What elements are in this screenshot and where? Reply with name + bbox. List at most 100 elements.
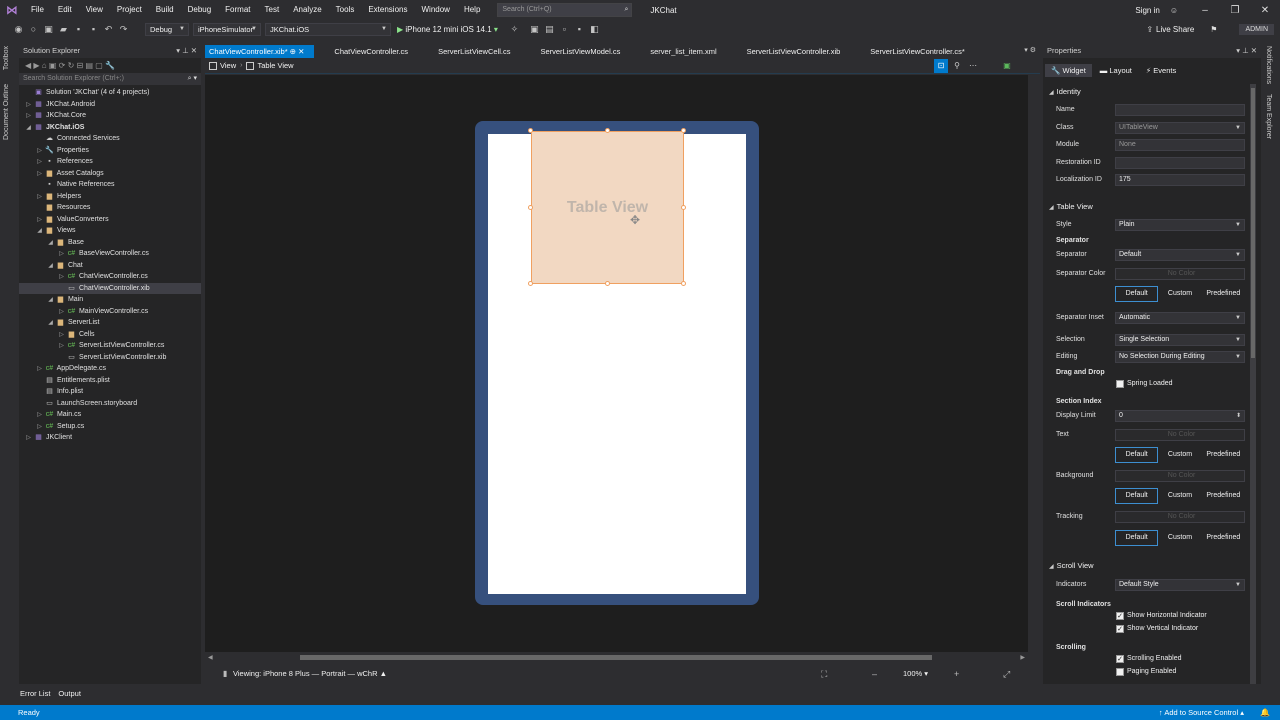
menu-analyze[interactable]: Analyze bbox=[286, 0, 328, 20]
document-tab[interactable]: ServerListViewCell.cs bbox=[434, 45, 520, 58]
segment-predefined[interactable]: Predefined bbox=[1202, 530, 1245, 546]
zoom-out-icon[interactable]: – bbox=[872, 664, 877, 684]
breadcrumb-child[interactable]: Table View bbox=[246, 61, 294, 70]
restore-icon[interactable]: ❐ bbox=[1220, 5, 1250, 16]
device-selector[interactable]: Viewing: iPhone 8 Plus — Portrait — wChR… bbox=[233, 664, 387, 684]
background-color-field[interactable]: No Color bbox=[1115, 470, 1245, 482]
indicators-dropdown[interactable]: Default Style ▼ bbox=[1115, 579, 1245, 591]
switch-views-icon[interactable]: ▣ bbox=[49, 61, 57, 70]
document-outline-tab[interactable]: Document Outline bbox=[3, 84, 10, 140]
menu-debug[interactable]: Debug bbox=[181, 0, 219, 20]
segment-default[interactable]: Default bbox=[1115, 286, 1159, 302]
feedback-icon[interactable]: ⚑ bbox=[1210, 25, 1217, 34]
tree-item[interactable]: ▤ Info.plist bbox=[19, 386, 201, 398]
resize-handle-bottom-right[interactable] bbox=[681, 281, 686, 286]
spring-loaded-checkbox[interactable] bbox=[1116, 380, 1124, 388]
hot-reload-icon[interactable]: ✧ bbox=[508, 23, 521, 35]
zoom-in-icon[interactable]: + bbox=[954, 664, 959, 684]
tree-item[interactable]: ▷ 🔧 Properties bbox=[19, 145, 201, 157]
configuration-dropdown[interactable]: Debug ▼ bbox=[145, 22, 189, 36]
tree-item[interactable]: ▷ ▆ Asset Catalogs bbox=[19, 168, 201, 180]
resize-handle-bottom[interactable] bbox=[605, 281, 610, 286]
constraints-mode-icon[interactable]: ⊡ bbox=[934, 59, 948, 73]
tracking-color-field[interactable]: No Color bbox=[1115, 511, 1245, 523]
resize-handle-left[interactable] bbox=[528, 205, 533, 210]
show-vertical-checkbox[interactable]: ✓ bbox=[1116, 625, 1124, 633]
canvas-vertical-scrollbar[interactable] bbox=[1028, 75, 1040, 652]
segment-custom[interactable]: Custom bbox=[1158, 447, 1201, 463]
forward-icon[interactable]: ▶ bbox=[33, 61, 39, 70]
tree-item[interactable]: ▷ ▆ ValueConverters bbox=[19, 214, 201, 226]
expand-icon[interactable]: ⤢ bbox=[1003, 664, 1010, 684]
scroll-left-icon[interactable]: ◀ bbox=[208, 652, 213, 664]
menu-help[interactable]: Help bbox=[457, 0, 487, 20]
menu-tools[interactable]: Tools bbox=[329, 0, 362, 20]
tree-item[interactable]: ▷ ▦ JKClient bbox=[19, 432, 201, 444]
panel-pin-icon[interactable]: ▾ ⊥ ✕ bbox=[176, 44, 197, 58]
collapse-icon[interactable]: ⊟ bbox=[77, 61, 84, 70]
fit-to-window-icon[interactable]: ⛶ bbox=[821, 664, 827, 684]
document-tab[interactable]: ChatViewController.xib* ⊕ ✕ bbox=[205, 45, 315, 58]
refresh-icon[interactable]: ↻ bbox=[68, 61, 75, 70]
paging-enabled-checkbox[interactable] bbox=[1116, 668, 1124, 676]
separator-color-field[interactable]: No Color bbox=[1115, 268, 1245, 280]
scrolling-enabled-checkbox[interactable]: ✓ bbox=[1116, 655, 1124, 663]
tree-item[interactable]: ▷ ▆ Cells bbox=[19, 329, 201, 341]
forward-icon[interactable]: ○ bbox=[27, 23, 40, 35]
tree-item[interactable]: ▭ LaunchScreen.storyboard bbox=[19, 398, 201, 410]
team-explorer-tab[interactable]: Team Explorer bbox=[1265, 94, 1272, 139]
segment-custom[interactable]: Custom bbox=[1158, 286, 1201, 302]
add-to-source-control-button[interactable]: ↑ Add to Source Control ▴ bbox=[1159, 705, 1244, 720]
run-button[interactable]: ▶ iPhone 12 mini iOS 14.1 ▾ bbox=[397, 25, 498, 34]
tree-item[interactable]: ▭ ChatViewController.xib bbox=[19, 282, 201, 294]
tree-item[interactable]: ▷ c# Setup.cs bbox=[19, 421, 201, 433]
segment-predefined[interactable]: Predefined bbox=[1202, 447, 1245, 463]
menu-view[interactable]: View bbox=[79, 0, 110, 20]
module-field[interactable]: None bbox=[1115, 139, 1245, 151]
comment-icon[interactable]: ▫ bbox=[558, 23, 571, 35]
breadcrumb-root[interactable]: View bbox=[209, 61, 236, 70]
menu-edit[interactable]: Edit bbox=[51, 0, 79, 20]
tree-item[interactable]: ◢ ▆ Base bbox=[19, 237, 201, 249]
show-horizontal-checkbox[interactable]: ✓ bbox=[1116, 612, 1124, 620]
tree-item[interactable]: ▷ ▦ JKChat.Android bbox=[19, 99, 201, 111]
tree-item[interactable]: ▷ c# BaseViewController.cs bbox=[19, 248, 201, 260]
tab-error-list[interactable]: Error List bbox=[18, 688, 50, 700]
expand-arrow-icon[interactable]: ▷ bbox=[24, 433, 33, 445]
sign-in-link[interactable]: Sign in bbox=[1135, 6, 1159, 15]
resize-handle-top-left[interactable] bbox=[528, 128, 533, 133]
name-field[interactable] bbox=[1115, 104, 1245, 116]
tab-widget[interactable]: 🔧 Widget bbox=[1045, 63, 1092, 77]
scrollbar-thumb[interactable] bbox=[1251, 88, 1255, 358]
minimize-icon[interactable]: – bbox=[1190, 5, 1220, 16]
localization-id-field[interactable]: 175 bbox=[1115, 174, 1245, 186]
document-tab[interactable]: ServerListViewController.cs* bbox=[866, 45, 974, 58]
class-dropdown[interactable]: UITableView ▼ bbox=[1115, 122, 1245, 134]
undo-icon[interactable]: ↶ bbox=[102, 23, 115, 35]
document-tab[interactable]: ServerListViewModel.cs bbox=[536, 45, 630, 58]
open-icon[interactable]: ▰ bbox=[57, 23, 70, 35]
tab-layout[interactable]: ▬ Layout bbox=[1094, 64, 1138, 77]
menu-project[interactable]: Project bbox=[110, 0, 149, 20]
tree-item[interactable]: ▷ ▪ References bbox=[19, 156, 201, 168]
segment-custom[interactable]: Custom bbox=[1158, 530, 1201, 546]
tree-item[interactable]: ◢ ▆ ServerList bbox=[19, 317, 201, 329]
identity-section-header[interactable]: ◢ Identity bbox=[1043, 86, 1251, 98]
tab-events[interactable]: ⚡ Events bbox=[1140, 64, 1182, 77]
menu-file[interactable]: File bbox=[24, 0, 51, 20]
menu-test[interactable]: Test bbox=[258, 0, 287, 20]
table-view-section-header[interactable]: ◢ Table View bbox=[1043, 201, 1251, 213]
save-all-icon[interactable]: ▪ bbox=[87, 23, 100, 35]
frame-mode-icon[interactable]: ⚲ bbox=[950, 59, 964, 73]
tree-item[interactable]: ◢ ▆ Views bbox=[19, 225, 201, 237]
show-all-icon[interactable]: ▤ bbox=[85, 61, 93, 70]
tool-icon[interactable]: ▪ bbox=[573, 23, 586, 35]
segment-default[interactable]: Default bbox=[1115, 447, 1159, 463]
restoration-id-field[interactable] bbox=[1115, 157, 1245, 169]
display-limit-stepper[interactable]: 0 ⬍ bbox=[1115, 410, 1245, 422]
resize-handle-bottom-left[interactable] bbox=[528, 281, 533, 286]
tree-item[interactable]: ◢ ▦ JKChat.iOS bbox=[19, 122, 201, 134]
format-icon[interactable]: ◧ bbox=[588, 23, 601, 35]
solution-explorer-search[interactable]: Search Solution Explorer (Ctrl+;) ⌕ ▾ bbox=[19, 73, 201, 85]
menu-window[interactable]: Window bbox=[414, 0, 456, 20]
